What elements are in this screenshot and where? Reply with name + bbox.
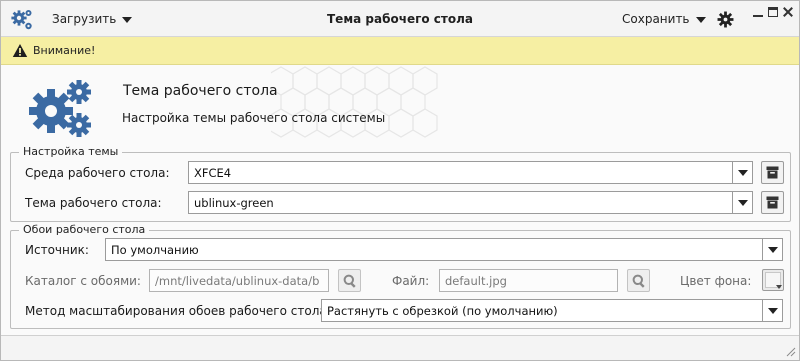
hero-title: Тема рабочего стола (123, 83, 278, 99)
chevron-down-icon (762, 300, 782, 321)
file-field[interactable] (439, 269, 618, 292)
source-value: По умолчанию (111, 243, 199, 257)
file-input[interactable] (440, 270, 617, 291)
chevron-down-icon (762, 239, 782, 260)
bg-color-label: Цвет фона: (680, 274, 752, 288)
scale-value: Растянуть с обрезкой (по умолчанию) (327, 304, 558, 318)
chevron-down-icon (122, 16, 133, 23)
desktop-theme-label: Тема рабочего стола: (25, 196, 162, 210)
chevron-down-icon (732, 192, 752, 213)
scale-combo[interactable]: Растянуть с обрезкой (по умолчанию) (321, 299, 783, 322)
minimize-button[interactable] (753, 7, 763, 17)
archive-icon (766, 166, 779, 179)
chevron-down-icon (732, 162, 752, 183)
chevron-down-icon (776, 285, 782, 289)
gears-icon (11, 10, 32, 30)
desktop-env-archive-button[interactable] (761, 161, 784, 184)
folder-input[interactable] (150, 270, 328, 291)
desktop-env-combo[interactable]: XFCE4 (188, 161, 753, 184)
hero-header: Тема рабочего стола Настройка темы рабоч… (1, 65, 799, 143)
folder-label: Каталог с обоями: (25, 274, 141, 288)
desktop-theme-archive-button[interactable] (761, 191, 784, 214)
bg-color-button[interactable] (762, 269, 784, 291)
file-browse-button[interactable] (627, 269, 650, 292)
status-bar (1, 335, 799, 360)
wallpaper-settings-group: Обои рабочего стола Источник: По умолчан… (10, 222, 791, 329)
header-bar: Загрузить Тема рабочего стола Сохранить (1, 1, 799, 37)
save-menu-button[interactable]: Сохранить (622, 10, 706, 28)
gears-icon (29, 80, 91, 137)
desktop-env-label: Среда рабочего стола: (25, 166, 170, 180)
save-menu-label: Сохранить (622, 12, 690, 26)
desktop-theme-value: ublinux-green (194, 196, 274, 210)
theme-settings-group: Настройка темы Среда рабочего стола: XFC… (10, 144, 791, 222)
warning-banner: Внимание! (1, 37, 799, 65)
theme-group-legend: Настройка темы (19, 144, 123, 160)
file-label: Файл: (392, 274, 430, 288)
scale-label: Метод масштабирования обоев рабочего сто… (25, 304, 331, 318)
hero-subtitle: Настройка темы рабочего стола системы (122, 111, 386, 125)
source-combo[interactable]: По умолчанию (105, 238, 783, 261)
source-label: Источник: (25, 243, 89, 257)
load-menu-button[interactable]: Загрузить (52, 10, 133, 28)
hexagon-pattern (271, 66, 438, 138)
app-window: Загрузить Тема рабочего стола Сохранить (0, 0, 800, 361)
desktop-theme-combo[interactable]: ublinux-green (188, 191, 753, 214)
resize-grip-icon[interactable] (784, 345, 796, 357)
folder-field[interactable] (149, 269, 329, 292)
wallpaper-group-legend: Обои рабочего стола (19, 222, 150, 238)
load-menu-label: Загрузить (52, 12, 117, 26)
desktop-env-value: XFCE4 (194, 166, 232, 180)
chevron-down-icon (695, 16, 706, 23)
maximize-button[interactable] (768, 7, 778, 17)
search-icon (343, 274, 356, 288)
folder-browse-button[interactable] (338, 269, 361, 292)
gear-icon[interactable] (717, 11, 734, 28)
close-button[interactable] (783, 7, 793, 17)
warning-icon (12, 44, 28, 57)
archive-icon (766, 196, 779, 209)
search-icon (632, 274, 645, 288)
warning-text: Внимание! (33, 44, 96, 57)
